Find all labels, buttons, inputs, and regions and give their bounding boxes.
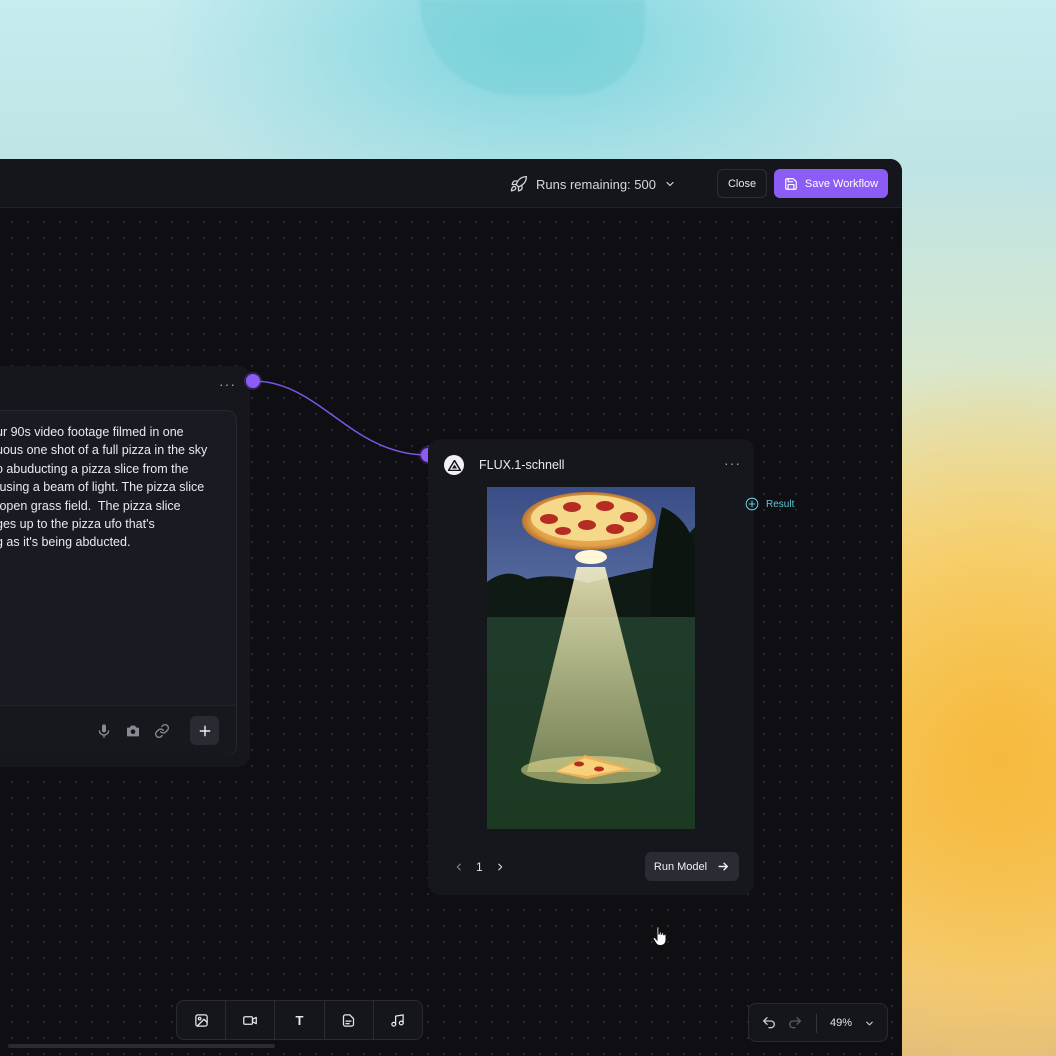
node-toolbar: T (176, 1000, 423, 1040)
image-tool-button[interactable] (177, 1001, 227, 1039)
text-tool-button[interactable]: T (275, 1001, 325, 1039)
prompt-node-menu-icon[interactable]: ··· (219, 376, 236, 392)
rocket-icon (510, 175, 528, 191)
image-icon (194, 1013, 208, 1027)
text-icon: T (295, 1012, 304, 1028)
horizontal-scrollbar[interactable] (8, 1044, 275, 1048)
prompt-line: uous one shot of a full pizza in the sky (0, 443, 208, 458)
model-node-menu-icon[interactable]: ··· (724, 455, 741, 471)
link-icon[interactable] (154, 723, 170, 739)
image-pager: 1 (454, 860, 505, 874)
result-label: Result (766, 498, 795, 510)
page-number: 1 (476, 860, 483, 874)
top-bar: Runs remaining: 500 Close Save Workflow (0, 159, 902, 208)
hand-cursor-icon (652, 926, 667, 946)
run-model-button[interactable]: Run Model (645, 852, 739, 881)
runs-remaining-label: Runs remaining: 500 (536, 176, 656, 192)
save-icon (785, 177, 797, 190)
music-icon (391, 1013, 405, 1027)
document-icon (343, 1013, 355, 1027)
prompt-text: ur 90s video footage filmed in one uous o… (0, 423, 221, 552)
workflow-canvas[interactable]: ··· ur 90s video footage filmed in one uo… (0, 208, 902, 1056)
prompt-line: ur 90s video footage filmed in one (0, 425, 184, 439)
plus-icon (199, 725, 210, 736)
prompt-node[interactable]: ··· ur 90s video footage filmed in one uo… (0, 366, 250, 767)
add-input-button[interactable] (190, 716, 219, 745)
chevron-right-icon[interactable] (495, 861, 505, 873)
run-model-label: Run Model (653, 860, 708, 873)
zoom-divider (816, 1014, 817, 1033)
workflow-window: Runs remaining: 500 Close Save Workflow … (0, 159, 902, 1056)
save-workflow-label: Save Workflow (804, 177, 879, 190)
redo-icon[interactable] (786, 1015, 804, 1031)
result-output[interactable]: Result (745, 497, 794, 511)
flux-model-node[interactable]: FLUX.1-schnell ··· 1 Run Model (428, 439, 754, 895)
prompt-footer (0, 705, 236, 756)
undo-icon[interactable] (760, 1015, 778, 1031)
chevron-down-icon[interactable] (864, 1018, 875, 1029)
video-tool-button[interactable] (226, 1001, 276, 1039)
prompt-line: g as it's being abducted. (0, 535, 131, 550)
prompt-line: o abuducting a pizza slice from the (0, 461, 189, 476)
video-icon (243, 1015, 258, 1025)
prompt-textarea[interactable]: ur 90s video footage filmed in one uous o… (0, 410, 237, 756)
save-workflow-button[interactable]: Save Workflow (774, 169, 888, 198)
background-cloud (420, 0, 645, 95)
chevron-down-icon (666, 181, 674, 187)
camera-icon[interactable] (125, 723, 141, 739)
document-tool-button[interactable] (325, 1001, 374, 1039)
zoom-level[interactable]: 49% (830, 1017, 852, 1029)
arrow-right-icon (718, 862, 729, 871)
runs-remaining-dropdown[interactable]: Runs remaining: 500 (509, 174, 676, 194)
zoom-controls: 49% (748, 1003, 888, 1042)
mic-icon[interactable] (96, 723, 112, 739)
prompt-output-port[interactable] (246, 374, 260, 388)
chevron-left-icon[interactable] (454, 861, 464, 873)
prompt-line: open grass field. The pizza slice (0, 498, 181, 513)
generated-image[interactable] (487, 487, 695, 829)
model-title: FLUX.1-schnell (479, 458, 565, 472)
audio-tool-button[interactable] (374, 1001, 422, 1039)
add-circle-icon (745, 497, 759, 511)
prompt-line: ges up to the pizza ufo that's (0, 517, 155, 532)
flux-logo-icon (444, 455, 464, 475)
close-button[interactable]: Close (717, 169, 767, 198)
prompt-line: using a beam of light. The pizza slice (0, 480, 205, 495)
